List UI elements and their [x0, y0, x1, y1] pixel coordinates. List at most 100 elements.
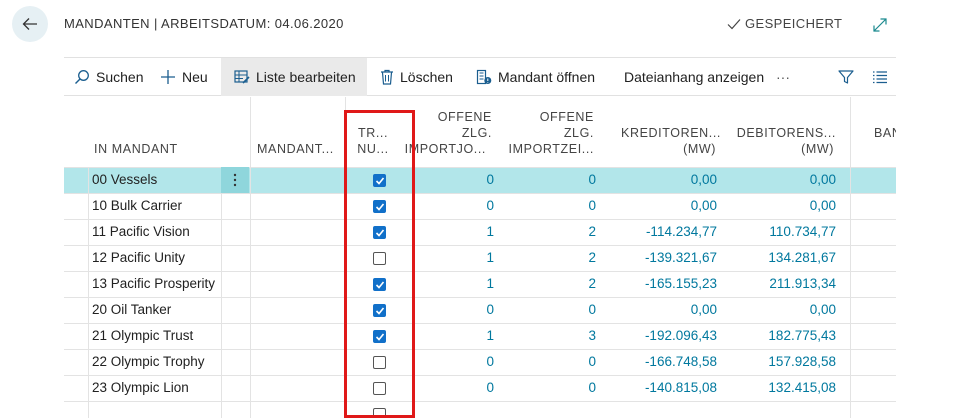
- trial-checkbox[interactable]: [373, 356, 386, 369]
- open-pay-lines-cell[interactable]: 0: [502, 167, 596, 193]
- open-pay-journal-cell[interactable]: 1: [394, 323, 494, 349]
- company-name-cell[interactable]: 10 Bulk Carrier: [92, 193, 182, 219]
- check-icon: [375, 307, 385, 315]
- open-pay-lines-cell[interactable]: 0: [502, 375, 596, 401]
- open-company-button-label: Mandant öffnen: [498, 69, 596, 85]
- creditors-cell[interactable]: -165.155,23: [609, 271, 717, 297]
- creditors-cell[interactable]: 0,00: [609, 297, 717, 323]
- open-company-button[interactable]: Mandant öffnen: [476, 58, 595, 96]
- creditors-cell[interactable]: -166.748,58: [609, 349, 717, 375]
- column-header-debtors-line2[interactable]: (MW): [724, 141, 834, 157]
- company-name-cell[interactable]: 23 Olympic Lion: [92, 375, 189, 401]
- show-attachments-button-label: Dateianhang anzeigen: [624, 69, 765, 85]
- trial-checkbox[interactable]: [373, 200, 386, 213]
- new-button[interactable]: Neu: [160, 58, 208, 96]
- column-header-trial-line1[interactable]: TR...: [351, 125, 395, 141]
- check-icon: [375, 281, 385, 289]
- saved-status-label: GESPEICHERT: [745, 16, 843, 31]
- more-actions-button[interactable]: ···: [776, 58, 790, 96]
- filter-icon: [838, 70, 854, 84]
- back-button[interactable]: [12, 6, 48, 42]
- creditors-cell[interactable]: -114.234,77: [609, 219, 717, 245]
- open-pay-journal-cell[interactable]: 0: [394, 349, 494, 375]
- list-icon: [873, 71, 887, 84]
- column-header-trial-line2[interactable]: NU...: [351, 141, 395, 157]
- debtors-cell[interactable]: 134.281,67: [724, 245, 836, 271]
- column-header-open-pay-lines-line3[interactable]: IMPORTZEI...: [502, 141, 594, 157]
- debtors-cell[interactable]: 0,00: [724, 297, 836, 323]
- company-name-cell[interactable]: 21 Olympic Trust: [92, 323, 193, 349]
- company-name-cell[interactable]: 11 Pacific Vision: [92, 219, 190, 245]
- expand-icon: [873, 18, 887, 32]
- trial-checkbox[interactable]: [373, 226, 386, 239]
- show-attachments-button[interactable]: Dateianhang anzeigen: [624, 58, 764, 96]
- column-header-debtors-line1[interactable]: DEBITORENS...: [724, 125, 836, 141]
- debtors-cell[interactable]: 0,00: [724, 167, 836, 193]
- company-name-cell[interactable]: 20 Oil Tanker: [92, 297, 171, 323]
- open-pay-lines-cell[interactable]: 2: [502, 219, 596, 245]
- trial-checkbox[interactable]: [373, 278, 386, 291]
- company-name-cell[interactable]: 22 Olympic Trophy: [92, 349, 205, 375]
- open-pay-journal-cell[interactable]: 0: [394, 297, 494, 323]
- trial-checkbox[interactable]: [373, 408, 386, 418]
- debtors-cell[interactable]: 132.415,08: [724, 375, 836, 401]
- open-pay-lines-cell[interactable]: 2: [502, 245, 596, 271]
- trial-checkbox[interactable]: [373, 252, 386, 265]
- column-header-open-pay-journal-line1[interactable]: OFFENE: [394, 109, 492, 125]
- row-actions-button[interactable]: [221, 167, 249, 193]
- open-pay-lines-cell[interactable]: 0: [502, 193, 596, 219]
- delete-button-label: Löschen: [400, 69, 453, 85]
- column-header-open-pay-lines-line1[interactable]: OFFENE: [502, 109, 594, 125]
- company-name-cell[interactable]: 12 Pacific Unity: [92, 245, 185, 271]
- trial-checkbox[interactable]: [373, 174, 386, 187]
- creditors-cell[interactable]: -140.815,08: [609, 375, 717, 401]
- open-pay-lines-cell[interactable]: 3: [502, 323, 596, 349]
- column-header-in-mandant[interactable]: IN MANDANT: [94, 141, 178, 157]
- trial-checkbox[interactable]: [373, 304, 386, 317]
- trial-checkbox[interactable]: [373, 330, 386, 343]
- column-header-creditors-line2[interactable]: (MW): [609, 141, 716, 157]
- open-pay-journal-cell[interactable]: 0: [394, 375, 494, 401]
- check-icon: [375, 333, 385, 341]
- column-header-open-pay-journal-line3[interactable]: IMPORTJO...: [394, 141, 486, 157]
- open-pay-journal-cell[interactable]: 0: [394, 193, 494, 219]
- company-name-cell[interactable]: 13 Pacific Prosperity: [92, 271, 215, 297]
- open-pay-journal-cell[interactable]: 1: [394, 245, 494, 271]
- edit-list-button[interactable]: Liste bearbeiten: [221, 58, 367, 96]
- creditors-cell[interactable]: 0,00: [609, 193, 717, 219]
- open-pay-lines-cell[interactable]: 2: [502, 271, 596, 297]
- check-icon: [375, 203, 385, 211]
- open-pay-journal-cell[interactable]: 1: [394, 271, 494, 297]
- open-pay-lines-cell[interactable]: 0: [502, 297, 596, 323]
- column-header-creditors-line1[interactable]: KREDITOREN...: [609, 125, 721, 141]
- trash-icon: [381, 69, 393, 85]
- company-name-cell[interactable]: 00 Vessels: [92, 167, 157, 193]
- creditors-cell[interactable]: -192.096,43: [609, 323, 717, 349]
- trial-checkbox[interactable]: [373, 382, 386, 395]
- expand-button[interactable]: [871, 16, 889, 34]
- creditors-cell[interactable]: -139.321,67: [609, 245, 717, 271]
- list-view-button[interactable]: [872, 58, 888, 96]
- plus-icon: [161, 70, 175, 84]
- open-pay-lines-cell[interactable]: 0: [502, 349, 596, 375]
- column-header-mandant[interactable]: MANDANT...: [257, 141, 334, 157]
- debtors-cell[interactable]: 0,00: [724, 193, 836, 219]
- search-button-label: Suchen: [96, 69, 144, 85]
- company-icon: [476, 69, 492, 85]
- debtors-cell[interactable]: 182.775,43: [724, 323, 836, 349]
- check-icon: [375, 177, 385, 185]
- open-pay-journal-cell[interactable]: 1: [394, 219, 494, 245]
- column-header-open-pay-lines-line2[interactable]: ZLG.: [502, 125, 594, 141]
- search-button[interactable]: Suchen: [74, 58, 143, 96]
- debtors-cell[interactable]: 157.928,58: [724, 349, 836, 375]
- open-pay-journal-cell[interactable]: 0: [394, 167, 494, 193]
- delete-button[interactable]: Löschen: [380, 58, 453, 96]
- filter-button[interactable]: [838, 58, 854, 96]
- column-header-open-pay-journal-line2[interactable]: ZLG.: [394, 125, 492, 141]
- debtors-cell[interactable]: 211.913,34: [724, 271, 836, 297]
- debtors-cell[interactable]: 110.734,77: [724, 219, 836, 245]
- saved-status: GESPEICHERT: [727, 16, 842, 31]
- edit-list-button-label: Liste bearbeiten: [256, 69, 356, 85]
- column-header-bank[interactable]: BAN: [874, 125, 896, 141]
- creditors-cell[interactable]: 0,00: [609, 167, 717, 193]
